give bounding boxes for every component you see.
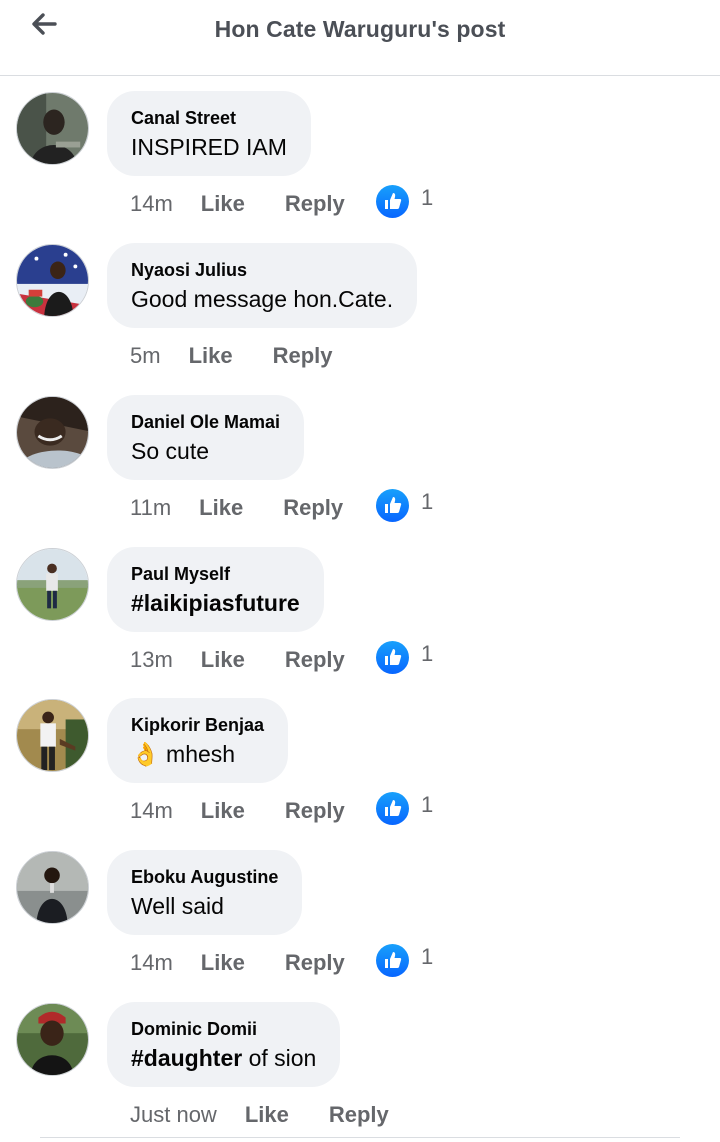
comment-time[interactable]: 13m <box>130 647 173 673</box>
comment-text-row: #daughter of sion <box>131 1043 316 1073</box>
comment-item: Dominic Domii #daughter of sion Just now… <box>0 987 720 1139</box>
reaction-count: 1 <box>421 944 434 969</box>
comment-bubble[interactable]: Nyaosi Julius Good message hon.Cate. <box>107 243 418 328</box>
reaction-count: 1 <box>421 641 434 666</box>
comment-item: Eboku Augustine Well said 14m Like Reply… <box>0 835 720 987</box>
comment-bubble[interactable]: Eboku Augustine Well said <box>107 850 303 935</box>
reply-button[interactable]: Reply <box>283 495 343 521</box>
comment-bubble[interactable]: Dominic Domii #daughter of sion <box>107 1002 341 1087</box>
thumbs-up-icon <box>376 943 409 977</box>
comment-text: mhesh <box>166 741 236 767</box>
comment-actions: 5m Like Reply <box>130 340 373 372</box>
comment-bubble[interactable]: Kipkorir Benjaa 👌 mhesh <box>107 698 289 783</box>
thumbs-up-icon <box>376 488 409 522</box>
comment-item: Paul Myself #laikipiasfuture 13m Like Re… <box>0 532 720 684</box>
comment-author[interactable]: Kipkorir Benjaa <box>131 714 264 736</box>
comment-item: Daniel Ole Mamai So cute 11m Like Reply … <box>0 380 720 532</box>
thumbs-up-icon <box>376 640 409 674</box>
reaction-count: 1 <box>421 792 434 817</box>
comment-item: Canal Street INSPIRED IAM 14m Like Reply… <box>0 76 720 228</box>
reaction-count: 1 <box>421 489 434 514</box>
comment-actions: 13m Like Reply <box>130 644 385 676</box>
hashtag-link[interactable]: #laikipiasfuture <box>131 588 300 618</box>
like-button[interactable]: Like <box>245 1102 289 1128</box>
comment-time[interactable]: 14m <box>130 191 173 217</box>
comment-text: INSPIRED IAM <box>131 134 287 160</box>
comment-actions: 14m Like Reply <box>130 188 385 220</box>
hashtag-link[interactable]: #daughter <box>131 1045 242 1071</box>
reply-button[interactable]: Reply <box>329 1102 389 1128</box>
reply-button[interactable]: Reply <box>285 191 345 217</box>
reply-button[interactable]: Reply <box>285 647 345 673</box>
like-button[interactable]: Like <box>201 798 245 824</box>
avatar[interactable] <box>16 396 89 469</box>
reaction-summary[interactable]: 1 <box>376 791 433 825</box>
reaction-summary[interactable]: 1 <box>376 488 433 522</box>
avatar[interactable] <box>16 548 89 621</box>
divider <box>40 1137 680 1142</box>
like-button[interactable]: Like <box>189 343 233 369</box>
comment-text: Good message hon.Cate. <box>131 286 394 312</box>
comment-actions: 11m Like Reply <box>130 492 383 524</box>
comment-time[interactable]: 11m <box>130 495 171 521</box>
thumbs-up-icon <box>376 791 409 825</box>
reaction-summary[interactable]: 1 <box>376 943 433 977</box>
avatar[interactable] <box>16 1003 89 1076</box>
comment-time[interactable]: Just now <box>130 1102 217 1128</box>
comment-bubble[interactable]: Paul Myself #laikipiasfuture <box>107 547 324 632</box>
avatar[interactable] <box>16 244 89 317</box>
comment-text-row: 👌 mhesh <box>131 739 264 769</box>
comment-actions: 14m Like Reply <box>130 795 385 827</box>
comment-author[interactable]: Daniel Ole Mamai <box>131 411 280 433</box>
comment-time[interactable]: 5m <box>130 343 161 369</box>
reply-button[interactable]: Reply <box>285 798 345 824</box>
comment-time[interactable]: 14m <box>130 798 173 824</box>
comment-text: So cute <box>131 438 209 464</box>
like-button[interactable]: Like <box>201 950 245 976</box>
ok-hand-emoji: 👌 <box>131 741 160 767</box>
reaction-summary[interactable]: 1 <box>376 640 433 674</box>
comment-text: Well said <box>131 893 224 919</box>
avatar[interactable] <box>16 92 89 165</box>
comment-time[interactable]: 14m <box>130 950 173 976</box>
reaction-count: 1 <box>421 185 434 210</box>
post-header: Hon Cate Waruguru's post <box>0 0 720 76</box>
thumbs-up-icon <box>376 184 409 218</box>
comment-actions: Just now Like Reply <box>130 1099 429 1131</box>
comment-actions: 14m Like Reply <box>130 947 385 979</box>
comment-bubble[interactable]: Daniel Ole Mamai So cute <box>107 395 305 480</box>
comment-author[interactable]: Eboku Augustine <box>131 866 278 888</box>
comment-item: Nyaosi Julius Good message hon.Cate. 5m … <box>0 228 720 380</box>
like-button[interactable]: Like <box>201 647 245 673</box>
avatar[interactable] <box>16 851 89 924</box>
page-title: Hon Cate Waruguru's post <box>214 16 506 42</box>
reply-button[interactable]: Reply <box>273 343 333 369</box>
reply-button[interactable]: Reply <box>285 950 345 976</box>
like-button[interactable]: Like <box>201 191 245 217</box>
avatar[interactable] <box>16 699 89 772</box>
comment-author[interactable]: Paul Myself <box>131 563 300 585</box>
reaction-summary[interactable]: 1 <box>376 184 433 218</box>
comment-author[interactable]: Nyaosi Julius <box>131 259 393 281</box>
comment-item: Kipkorir Benjaa 👌 mhesh 14m Like Reply 1 <box>0 683 720 835</box>
comment-bubble[interactable]: Canal Street INSPIRED IAM <box>107 91 311 176</box>
like-button[interactable]: Like <box>199 495 243 521</box>
comment-author[interactable]: Canal Street <box>131 107 287 129</box>
comment-author[interactable]: Dominic Domii <box>131 1018 316 1040</box>
comment-text: of sion <box>248 1045 317 1071</box>
